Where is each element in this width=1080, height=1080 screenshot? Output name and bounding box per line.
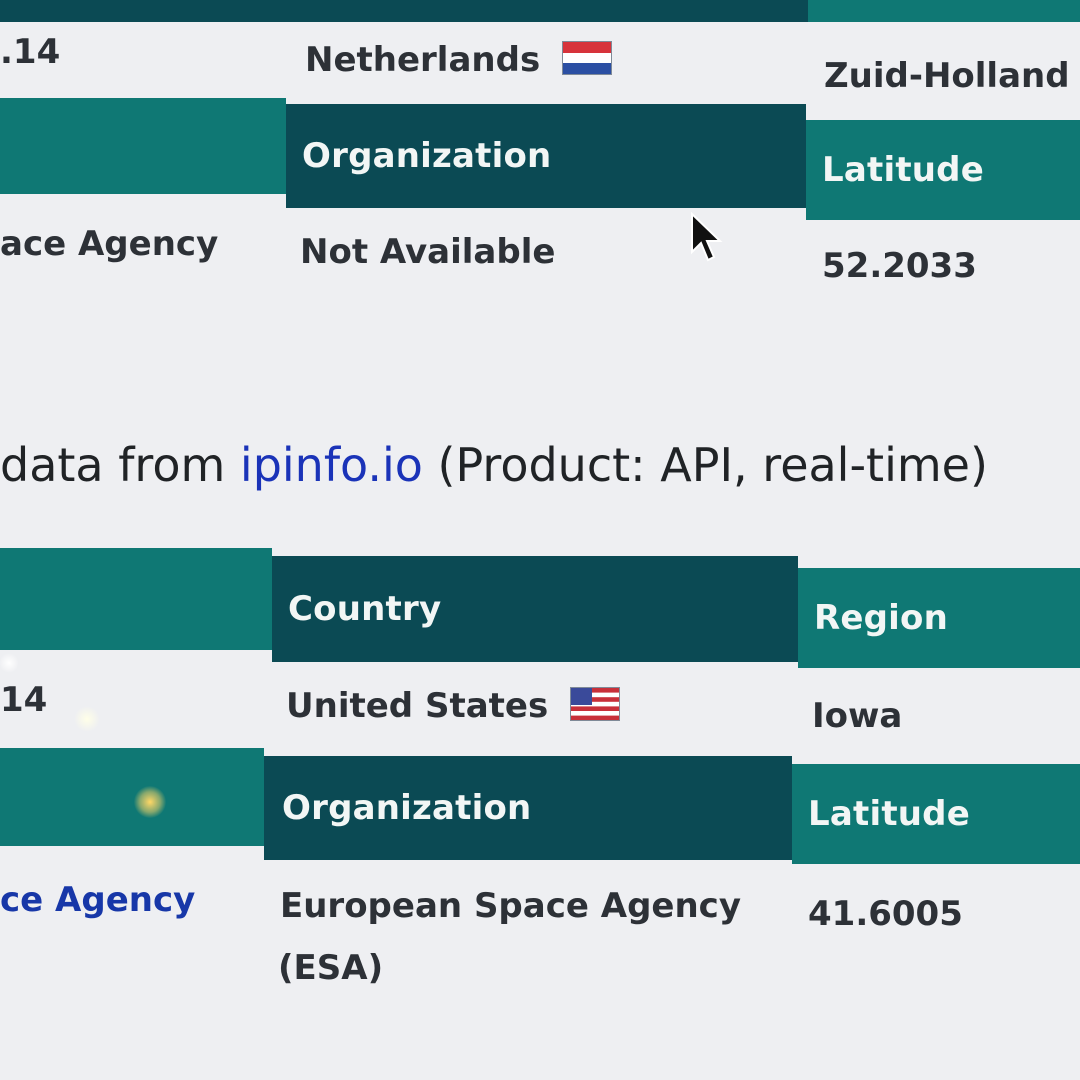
header-latitude: Latitude: [806, 120, 1080, 220]
page: .14 Netherlands Zuid-Holland Organizatio…: [0, 0, 1080, 1080]
header-latitude-label: Latitude: [808, 794, 970, 834]
note-suffix: (Product: API, real-time): [437, 438, 988, 492]
light-reflection: [74, 706, 100, 732]
header-cell-dark: [0, 0, 808, 22]
header-latitude-label: Latitude: [822, 150, 984, 190]
united-states-flag-icon: [570, 687, 621, 721]
latitude-value: 52.2033: [822, 246, 977, 286]
ip-address-fragment: 14: [0, 680, 48, 720]
ip-address-fragment: .14: [0, 32, 61, 72]
ipinfo-link[interactable]: ipinfo.io: [240, 438, 423, 492]
table1-row: ace Agency Not Available 52.2033: [0, 214, 1080, 334]
mouse-cursor-icon: [691, 212, 723, 262]
note-prefix: data from: [0, 438, 226, 492]
header-organization: Organization: [264, 756, 792, 860]
light-reflection: [0, 652, 18, 674]
isp-fragment: ace Agency: [0, 224, 219, 264]
organization-value-line2: (ESA): [278, 948, 384, 988]
organization-value-line1: European Space Agency: [280, 886, 741, 926]
country-value: United States: [286, 686, 621, 726]
header-cell-isp: [0, 98, 286, 194]
header-region: Region: [798, 568, 1080, 668]
latitude-value: 41.6005: [808, 894, 963, 934]
header-country-label: Country: [288, 589, 442, 629]
region-value: Iowa: [812, 696, 903, 736]
organization-value: Not Available: [300, 232, 556, 272]
header-organization-label: Organization: [282, 788, 532, 828]
header-country: Country: [272, 556, 798, 662]
header-latitude: Latitude: [792, 764, 1080, 864]
light-reflection: [134, 786, 166, 818]
header-organization-label: Organization: [302, 136, 552, 176]
netherlands-flag-icon: [562, 41, 613, 75]
country-name: Netherlands: [305, 40, 541, 80]
header-organization: Organization: [286, 104, 806, 208]
table2-row: 14 United States Iowa: [0, 664, 1080, 760]
table1-header-row: Organization Latitude: [0, 98, 1080, 220]
region-value: Zuid-Holland: [824, 56, 1070, 96]
table1-top-header-strip: [0, 0, 1080, 22]
header-cell-teal: [808, 0, 1080, 22]
table2-row: ce Agency European Space Agency (ESA) 41…: [0, 866, 1080, 1026]
isp-link[interactable]: ce Agency: [0, 880, 195, 920]
header-cell-isp: [0, 748, 264, 846]
country-name: United States: [286, 686, 549, 726]
header-region-label: Region: [814, 598, 948, 638]
data-source-note: data from ipinfo.io (Product: API, real-…: [0, 438, 988, 492]
table1-row: .14 Netherlands Zuid-Holland: [0, 22, 1080, 100]
country-value: Netherlands: [305, 40, 613, 80]
header-cell-ip: [0, 548, 272, 650]
table2-header-row: Country Region: [0, 548, 1080, 668]
